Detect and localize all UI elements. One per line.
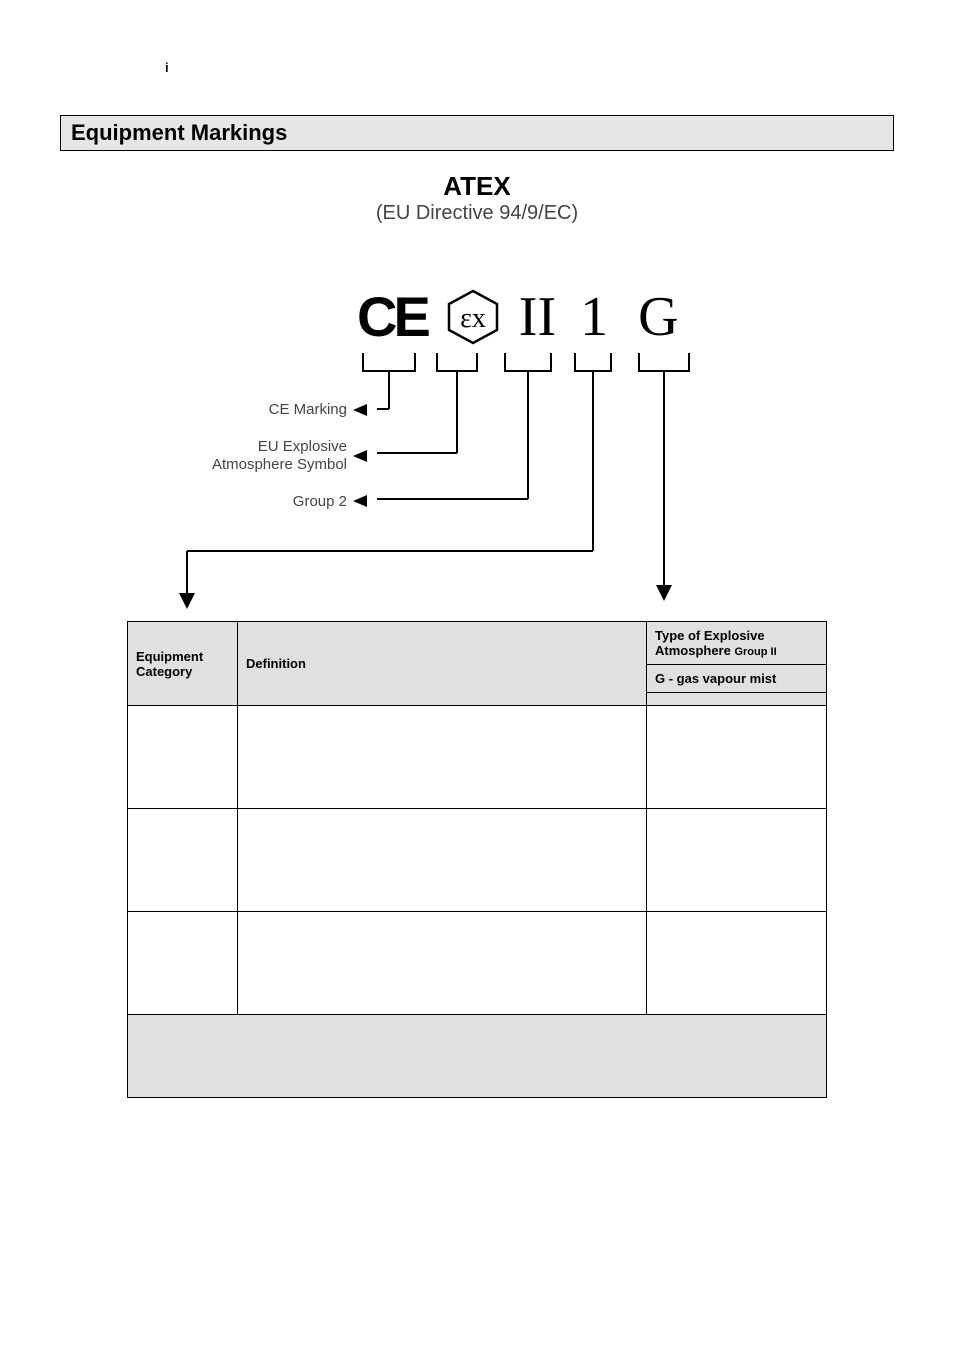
equipment-category-table: Equipment Category Definition Type of Ex… [127, 621, 827, 1098]
atex-title: ATEX [127, 171, 827, 202]
svg-text:εx: εx [460, 303, 486, 334]
type-mark: G [632, 289, 684, 345]
th-type-explosive-atmosphere: Type of Explosive Atmosphere Group II [647, 622, 827, 665]
callout-ce: CE Marking [167, 401, 347, 418]
th-definition: Definition [238, 622, 647, 706]
th-equipment-category: Equipment Category [128, 622, 238, 706]
ce-mark-icon: CE [357, 289, 427, 345]
table-cell [128, 912, 238, 1015]
table-cell [647, 912, 827, 1015]
arrow-left-icon [353, 450, 367, 462]
th-g-gas-vapour-mist: G - gas vapour mist [647, 665, 827, 693]
arrow-left-icon [353, 404, 367, 416]
table-cell [647, 809, 827, 912]
arrow-left-icon [353, 495, 367, 507]
callout-ex: EU Explosive Atmosphere Symbol [167, 438, 347, 473]
ex-hexagon-icon: εx [445, 289, 501, 345]
connector-lines [127, 171, 827, 621]
section-heading: Equipment Markings [60, 115, 894, 151]
table-cell [238, 809, 647, 912]
table-cell [128, 809, 238, 912]
atex-subtitle: (EU Directive 94/9/EC) [127, 202, 827, 225]
table-cell [128, 706, 238, 809]
table-cell [647, 706, 827, 809]
category-mark: 1 [574, 289, 614, 345]
th-zone [647, 693, 827, 706]
callout-group: Group 2 [167, 493, 347, 510]
table-cell [238, 706, 647, 809]
table-cell [238, 912, 647, 1015]
atex-marking-figure: ATEX (EU Directive 94/9/EC) CE εx II 1 G… [127, 171, 827, 621]
group-mark: II [519, 289, 556, 345]
atex-marking-row: CE εx II 1 G [357, 289, 685, 345]
page-marker: i [165, 60, 894, 75]
table-foot [128, 1015, 827, 1098]
